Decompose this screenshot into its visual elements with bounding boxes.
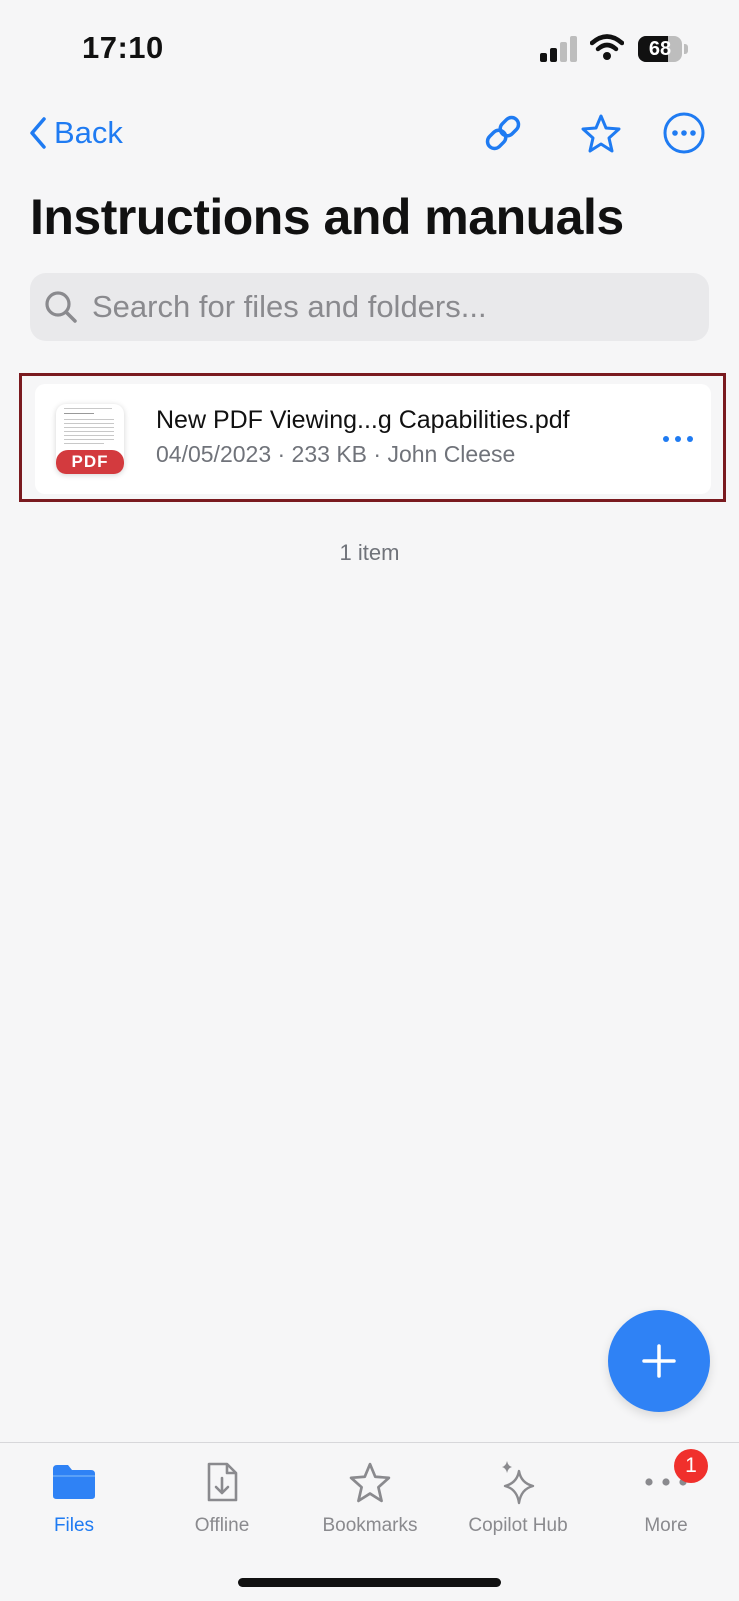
tab-label: Copilot Hub (468, 1515, 568, 1536)
link-icon (485, 115, 521, 151)
notification-badge: 1 (674, 1449, 708, 1483)
back-button[interactable]: Back (28, 108, 123, 158)
star-icon (581, 114, 621, 153)
star-icon (345, 1459, 395, 1505)
more-options-button[interactable] (659, 108, 709, 158)
home-indicator[interactable] (238, 1578, 501, 1587)
file-list: PDF New PDF Viewing...g Capabilities.pdf… (19, 373, 726, 502)
pdf-badge: PDF (56, 450, 124, 474)
tab-more[interactable]: 1 More (592, 1443, 739, 1553)
page-title: Instructions and manuals (30, 189, 624, 245)
battery-percentage: 68 (648, 38, 672, 60)
chevron-left-icon (30, 117, 46, 149)
item-count: 1 item (339, 540, 400, 565)
tab-bookmarks[interactable]: Bookmarks (296, 1443, 444, 1553)
file-more-button[interactable] (655, 416, 701, 462)
file-list-item[interactable]: PDF New PDF Viewing...g Capabilities.pdf… (35, 384, 711, 494)
plus-icon (642, 1344, 676, 1378)
back-label: Back (54, 115, 123, 150)
folder-icon (49, 1459, 99, 1505)
file-meta: 04/05/2023 · 233 KB · John Cleese (156, 441, 516, 467)
pdf-file-thumbnail: PDF (56, 404, 124, 474)
more-circle-icon (663, 112, 705, 154)
file-name: New PDF Viewing...g Capabilities.pdf (156, 406, 570, 434)
search-bar[interactable] (30, 273, 709, 341)
add-button[interactable] (608, 1310, 710, 1412)
tab-label: Offline (194, 1515, 250, 1536)
tab-label: More (644, 1515, 688, 1536)
tab-files[interactable]: Files (0, 1443, 148, 1553)
search-input[interactable] (90, 288, 684, 326)
share-link-button[interactable] (478, 108, 528, 158)
more-dots-icon (663, 436, 693, 442)
tab-label: Bookmarks (322, 1515, 418, 1536)
offline-download-icon (197, 1459, 247, 1505)
wifi-icon (589, 32, 625, 67)
sparkle-icon (493, 1459, 543, 1505)
navigation-bar: Back (0, 100, 739, 170)
tab-offline[interactable]: Offline (148, 1443, 296, 1553)
status-bar: 17:10 68 (0, 0, 739, 100)
bookmark-folder-button[interactable] (576, 108, 626, 158)
tab-copilot-hub[interactable]: Copilot Hub (444, 1443, 592, 1553)
status-time: 17:10 (82, 30, 164, 65)
tab-label: Files (53, 1515, 95, 1536)
cellular-signal-icon (540, 36, 580, 62)
search-icon (45, 291, 77, 323)
battery-icon: 68 (638, 36, 688, 62)
